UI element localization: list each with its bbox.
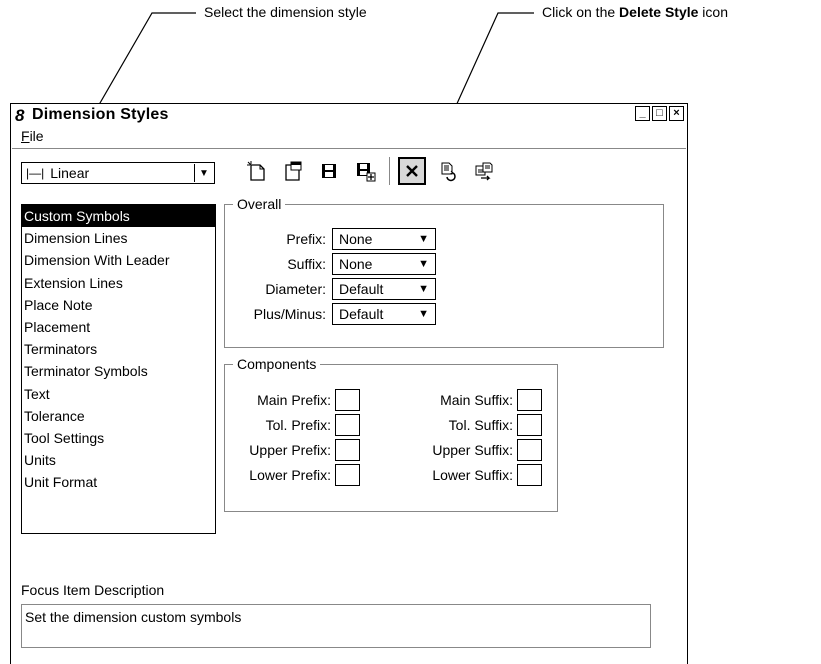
dimension-styles-window: 8 Dimension Styles _ □ × File |—| Linear…: [10, 103, 688, 664]
lower-suffix-row: Lower Suffix:: [411, 464, 542, 486]
style-select[interactable]: |—| Linear ▼: [21, 162, 215, 184]
list-item[interactable]: Placement: [22, 316, 215, 338]
list-item[interactable]: Custom Symbols: [22, 205, 215, 228]
list-item[interactable]: Text: [22, 383, 215, 405]
tol-suffix-row: Tol. Suffix:: [411, 414, 542, 436]
main-suffix-field[interactable]: [517, 389, 542, 411]
tol-suffix-field[interactable]: [517, 414, 542, 436]
prefix-label: Prefix:: [286, 231, 326, 247]
prefix-dropdown[interactable]: None ▼: [332, 228, 436, 250]
list-item[interactable]: Terminator Symbols: [22, 360, 215, 382]
tol-suffix-label: Tol. Suffix:: [448, 417, 513, 433]
save-as-icon[interactable]: [351, 157, 379, 185]
menu-file-label: ile: [29, 128, 44, 144]
lower-prefix-field[interactable]: [335, 464, 360, 486]
main-suffix-row: Main Suffix:: [411, 389, 542, 411]
window-title: Dimension Styles: [32, 106, 169, 123]
toolbar: [243, 156, 506, 186]
lower-prefix-label: Lower Prefix:: [249, 467, 331, 483]
upper-prefix-row: Upper Prefix:: [231, 439, 360, 461]
style-select-value: Linear: [50, 165, 90, 181]
compare-icon[interactable]: [470, 157, 498, 185]
plusminus-row: Plus/Minus: Default ▼: [224, 303, 436, 325]
microstation-icon: 8: [15, 106, 25, 125]
upper-prefix-label: Upper Prefix:: [249, 442, 331, 458]
menu-separator: [12, 148, 686, 149]
upper-prefix-field[interactable]: [335, 439, 360, 461]
list-item[interactable]: Extension Lines: [22, 272, 215, 294]
suffix-dropdown[interactable]: None ▼: [332, 253, 436, 275]
reset-icon[interactable]: [434, 157, 462, 185]
close-button[interactable]: ×: [669, 106, 684, 121]
list-item[interactable]: Tolerance: [22, 405, 215, 427]
upper-suffix-row: Upper Suffix:: [411, 439, 542, 461]
suffix-value: None: [339, 256, 373, 272]
list-item[interactable]: Tool Settings: [22, 427, 215, 449]
lower-suffix-field[interactable]: [517, 464, 542, 486]
focus-item-label: Focus Item Description: [21, 582, 165, 598]
minimize-button[interactable]: _: [635, 106, 650, 121]
save-icon[interactable]: [315, 157, 343, 185]
main-prefix-field[interactable]: [335, 389, 360, 411]
diameter-label: Diameter:: [265, 281, 326, 297]
delete-style-icon[interactable]: [398, 157, 426, 185]
tol-prefix-row: Tol. Prefix:: [231, 414, 360, 436]
overall-legend: Overall: [237, 196, 282, 212]
focus-item-description: Set the dimension custom symbols: [21, 604, 651, 648]
plusminus-dropdown[interactable]: Default ▼: [332, 303, 436, 325]
main-suffix-label: Main Suffix:: [440, 392, 513, 408]
list-item[interactable]: Dimension With Leader: [22, 249, 215, 271]
linear-dimension-icon: |—|: [26, 166, 45, 180]
category-list[interactable]: Custom Symbols Dimension Lines Dimension…: [21, 204, 216, 534]
components-legend: Components: [237, 356, 317, 372]
properties-icon[interactable]: [279, 157, 307, 185]
main-prefix-row: Main Prefix:: [231, 389, 360, 411]
toolbar-separator: [389, 157, 390, 185]
new-style-icon[interactable]: [243, 157, 271, 185]
chevron-down-icon: ▼: [418, 233, 429, 245]
list-item[interactable]: Terminators: [22, 338, 215, 360]
diameter-value: Default: [339, 281, 384, 297]
plusminus-value: Default: [339, 306, 384, 322]
suffix-label: Suffix:: [287, 256, 326, 272]
diameter-row: Diameter: Default ▼: [224, 278, 436, 300]
lower-prefix-row: Lower Prefix:: [231, 464, 360, 486]
chevron-down-icon[interactable]: ▼: [194, 164, 213, 182]
tol-prefix-field[interactable]: [335, 414, 360, 436]
menu-file[interactable]: File: [21, 128, 44, 144]
prefix-value: None: [339, 231, 373, 247]
title-bar: 8 Dimension Styles _ □ ×: [12, 105, 686, 125]
upper-suffix-label: Upper Suffix:: [432, 442, 513, 458]
plusminus-label: Plus/Minus:: [253, 306, 326, 322]
chevron-down-icon: ▼: [418, 283, 429, 295]
chevron-down-icon: ▼: [418, 258, 429, 270]
maximize-button[interactable]: □: [652, 106, 667, 121]
list-item[interactable]: Units: [22, 449, 215, 471]
list-item[interactable]: Place Note: [22, 294, 215, 316]
list-item[interactable]: Dimension Lines: [22, 227, 215, 249]
upper-suffix-field[interactable]: [517, 439, 542, 461]
list-item[interactable]: Unit Format: [22, 471, 215, 493]
prefix-row: Prefix: None ▼: [224, 228, 436, 250]
menu-file-mnemonic: F: [21, 128, 30, 144]
tol-prefix-label: Tol. Prefix:: [265, 417, 331, 433]
suffix-row: Suffix: None ▼: [224, 253, 436, 275]
lower-suffix-label: Lower Suffix:: [432, 467, 513, 483]
main-prefix-label: Main Prefix:: [257, 392, 331, 408]
chevron-down-icon: ▼: [418, 308, 429, 320]
diameter-dropdown[interactable]: Default ▼: [332, 278, 436, 300]
